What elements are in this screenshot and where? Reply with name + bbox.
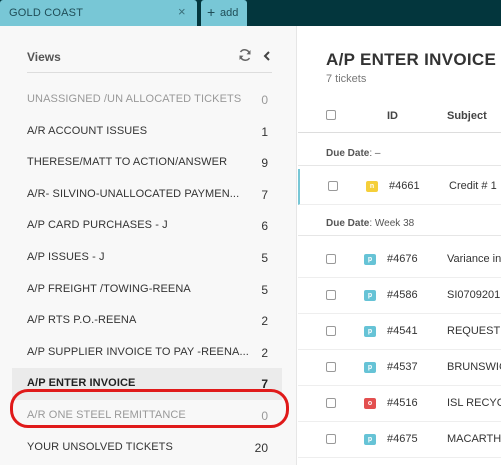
status-badge: o bbox=[364, 398, 376, 409]
status-badge: n bbox=[366, 181, 378, 192]
tab-gold-coast[interactable]: GOLD COAST × bbox=[0, 0, 197, 26]
table-row[interactable]: o #4516 ISL RECYC bbox=[298, 386, 501, 422]
view-count: 5 bbox=[261, 250, 268, 265]
status-badge: p bbox=[364, 290, 376, 301]
ticket-id[interactable]: #4586 bbox=[387, 289, 418, 301]
view-count: 2 bbox=[261, 314, 268, 329]
ticket-id[interactable]: #4541 bbox=[387, 325, 418, 337]
view-label: A/P FREIGHT /TOWING-REENA bbox=[27, 282, 191, 295]
column-header-subject[interactable]: Subject bbox=[447, 110, 487, 122]
view-count: 1 bbox=[261, 124, 268, 139]
status-badge: p bbox=[364, 254, 376, 265]
ticket-subject[interactable]: SI0709201 bbox=[447, 289, 500, 301]
view-count: 20 bbox=[254, 440, 268, 455]
row-checkbox[interactable] bbox=[326, 290, 336, 300]
view-item[interactable]: A/P ISSUES - J 5 bbox=[12, 242, 282, 274]
ticket-id[interactable]: #4676 bbox=[387, 253, 418, 265]
table-row[interactable]: p #4586 SI0709201 bbox=[298, 278, 501, 314]
table-row[interactable]: p #4541 REQUESTIN bbox=[298, 314, 501, 350]
ticket-subject[interactable]: REQUESTIN bbox=[447, 325, 501, 337]
table-row[interactable]: p #4676 Variance in bbox=[298, 242, 501, 278]
add-tab-label: add bbox=[220, 7, 239, 19]
view-label: YOUR UNSOLVED TICKETS bbox=[27, 440, 173, 453]
views-divider bbox=[27, 72, 272, 73]
row-checkbox[interactable] bbox=[326, 362, 336, 372]
table-row[interactable]: n #4661 Credit # 1 bbox=[298, 169, 501, 205]
view-label: THERESE/MATT TO ACTION/ANSWER bbox=[27, 156, 228, 169]
table-header: ID Subject bbox=[298, 98, 501, 133]
table-row[interactable]: p #4675 MACARTH bbox=[298, 422, 501, 458]
view-label: A/P CARD PURCHASES - J bbox=[27, 219, 168, 232]
page-title: A/P ENTER INVOICE bbox=[326, 50, 497, 69]
row-checkbox[interactable] bbox=[326, 254, 336, 264]
column-header-id[interactable]: ID bbox=[387, 110, 398, 122]
ticket-id[interactable]: #4661 bbox=[389, 180, 420, 192]
group-header: Due Date: – bbox=[298, 140, 501, 166]
top-tab-bar: GOLD COAST × + add bbox=[0, 0, 501, 26]
view-item[interactable]: A/P CARD PURCHASES - J 6 bbox=[12, 210, 282, 242]
add-tab-button[interactable]: + add bbox=[201, 0, 247, 26]
ticket-id[interactable]: #4516 bbox=[387, 397, 418, 409]
ticket-subject[interactable]: Variance in bbox=[447, 253, 501, 265]
view-item[interactable]: A/P RTS P.O.-REENA 2 bbox=[12, 305, 282, 337]
view-item[interactable]: YOUR UNSOLVED TICKETS 20 bbox=[12, 432, 282, 464]
view-label: A/R- SILVINO-UNALLOCATED PAYMEN... bbox=[27, 187, 240, 200]
main-panel: A/P ENTER INVOICE 7 tickets ID Subject D… bbox=[298, 26, 501, 465]
status-badge: p bbox=[364, 362, 376, 373]
views-title: Views bbox=[27, 50, 61, 64]
views-sidebar: Views UNASSIGNED /UN ALLOCATED TICKETS 0… bbox=[0, 26, 297, 465]
view-count: 5 bbox=[261, 282, 268, 297]
view-label: A/P ENTER INVOICE bbox=[27, 377, 136, 390]
group-label: Due Date: – bbox=[326, 148, 381, 159]
ticket-count: 7 tickets bbox=[326, 73, 367, 85]
view-item[interactable]: A/R- SILVINO-UNALLOCATED PAYMEN... 7 bbox=[12, 179, 282, 211]
plus-icon: + bbox=[207, 4, 216, 20]
view-item[interactable]: A/P FREIGHT /TOWING-REENA 5 bbox=[12, 274, 282, 306]
ticket-subject[interactable]: Credit # 1 bbox=[449, 180, 497, 192]
status-badge: p bbox=[364, 434, 376, 445]
ticket-subject[interactable]: ISL RECYC bbox=[447, 397, 501, 409]
group-label: Due Date: Week 38 bbox=[326, 218, 415, 229]
group-header: Due Date: Week 38 bbox=[298, 210, 501, 236]
view-label: UNASSIGNED /UN ALLOCATED TICKETS bbox=[27, 93, 242, 105]
view-count: 9 bbox=[261, 156, 268, 171]
view-label: A/R ACCOUNT ISSUES bbox=[27, 124, 148, 137]
view-count: 0 bbox=[261, 93, 268, 107]
highlight-annotation bbox=[10, 389, 289, 428]
ticket-subject[interactable]: MACARTH bbox=[447, 433, 501, 445]
chevron-left-icon[interactable] bbox=[262, 51, 272, 61]
view-item[interactable]: UNASSIGNED /UN ALLOCATED TICKETS 0 bbox=[12, 84, 282, 116]
ticket-id[interactable]: #4537 bbox=[387, 361, 418, 373]
close-icon[interactable]: × bbox=[178, 5, 186, 19]
status-badge: p bbox=[364, 326, 376, 337]
view-count: 6 bbox=[261, 219, 268, 234]
refresh-icon[interactable] bbox=[238, 48, 252, 62]
view-label: A/P RTS P.O.-REENA bbox=[27, 314, 137, 327]
row-checkbox[interactable] bbox=[328, 181, 338, 191]
view-item[interactable]: THERESE/MATT TO ACTION/ANSWER 9 bbox=[12, 147, 282, 179]
view-count: 2 bbox=[261, 345, 268, 360]
view-item[interactable]: A/P SUPPLIER INVOICE TO PAY -REENA... 2 bbox=[12, 337, 282, 369]
tab-label: GOLD COAST bbox=[9, 7, 84, 19]
ticket-id[interactable]: #4675 bbox=[387, 433, 418, 445]
view-label: A/P SUPPLIER INVOICE TO PAY -REENA... bbox=[27, 345, 249, 358]
view-count: 7 bbox=[261, 187, 268, 202]
select-all-checkbox[interactable] bbox=[326, 110, 336, 120]
row-checkbox[interactable] bbox=[326, 398, 336, 408]
view-label: A/P ISSUES - J bbox=[27, 250, 105, 263]
row-checkbox[interactable] bbox=[326, 434, 336, 444]
view-item[interactable]: A/R ACCOUNT ISSUES 1 bbox=[12, 116, 282, 148]
row-checkbox[interactable] bbox=[326, 326, 336, 336]
ticket-subject[interactable]: BRUNSWIC bbox=[447, 361, 501, 373]
table-row[interactable]: p #4537 BRUNSWIC bbox=[298, 350, 501, 386]
